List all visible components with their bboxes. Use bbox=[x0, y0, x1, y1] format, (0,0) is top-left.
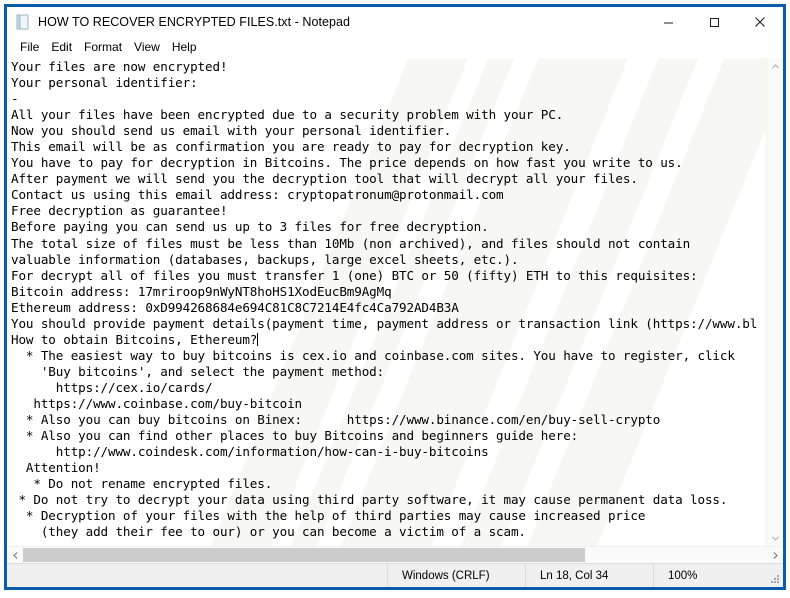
vertical-scrollbar[interactable] bbox=[766, 58, 783, 546]
menu-item-help[interactable]: Help bbox=[166, 38, 203, 57]
close-button[interactable] bbox=[737, 8, 783, 37]
scroll-down-arrow-icon[interactable] bbox=[767, 530, 783, 546]
menu-item-format[interactable]: Format bbox=[78, 38, 128, 57]
horizontal-scrollbar-track[interactable] bbox=[23, 547, 767, 563]
maximize-button[interactable] bbox=[691, 8, 737, 37]
title-bar-left: HOW TO RECOVER ENCRYPTED FILES.txt - Not… bbox=[7, 14, 645, 30]
scroll-right-arrow-icon[interactable] bbox=[767, 547, 783, 563]
status-bar: Windows (CRLF) Ln 18, Col 34 100% bbox=[7, 563, 783, 587]
editor-text-before-caret: Your files are now encrypted! Your perso… bbox=[11, 59, 758, 347]
menu-item-edit[interactable]: Edit bbox=[45, 38, 78, 57]
menu-item-file[interactable]: File bbox=[14, 38, 45, 57]
menu-item-view[interactable]: View bbox=[128, 38, 166, 57]
scroll-up-arrow-icon[interactable] bbox=[767, 58, 783, 74]
editor-text-after-caret: * The easiest way to buy bitcoins is cex… bbox=[18, 347, 735, 540]
menu-bar: File Edit Format View Help bbox=[7, 37, 783, 58]
notepad-icon bbox=[15, 14, 31, 30]
status-line-ending: Windows (CRLF) bbox=[387, 564, 525, 587]
desktop-background: HOW TO RECOVER ENCRYPTED FILES.txt - Not… bbox=[0, 0, 790, 598]
status-cursor-position: Ln 18, Col 34 bbox=[525, 564, 653, 587]
text-editor[interactable]: Your files are now encrypted! Your perso… bbox=[7, 58, 766, 546]
title-bar: HOW TO RECOVER ENCRYPTED FILES.txt - Not… bbox=[7, 7, 783, 37]
status-zoom-level: 100% bbox=[653, 564, 765, 587]
minimize-button[interactable] bbox=[645, 8, 691, 37]
resize-grip-icon[interactable] bbox=[765, 564, 783, 587]
editor-text: Your files are now encrypted! Your perso… bbox=[11, 59, 757, 540]
text-caret bbox=[256, 332, 258, 346]
window-title: HOW TO RECOVER ENCRYPTED FILES.txt - Not… bbox=[38, 15, 351, 29]
vertical-scrollbar-track[interactable] bbox=[767, 74, 783, 530]
scroll-left-arrow-icon[interactable] bbox=[7, 547, 23, 563]
horizontal-scrollbar[interactable] bbox=[7, 546, 783, 563]
editor-row: Your files are now encrypted! Your perso… bbox=[7, 58, 783, 546]
horizontal-scrollbar-thumb[interactable] bbox=[23, 548, 585, 562]
notepad-window: HOW TO RECOVER ENCRYPTED FILES.txt - Not… bbox=[4, 4, 786, 590]
editor-area: Your files are now encrypted! Your perso… bbox=[7, 58, 783, 563]
